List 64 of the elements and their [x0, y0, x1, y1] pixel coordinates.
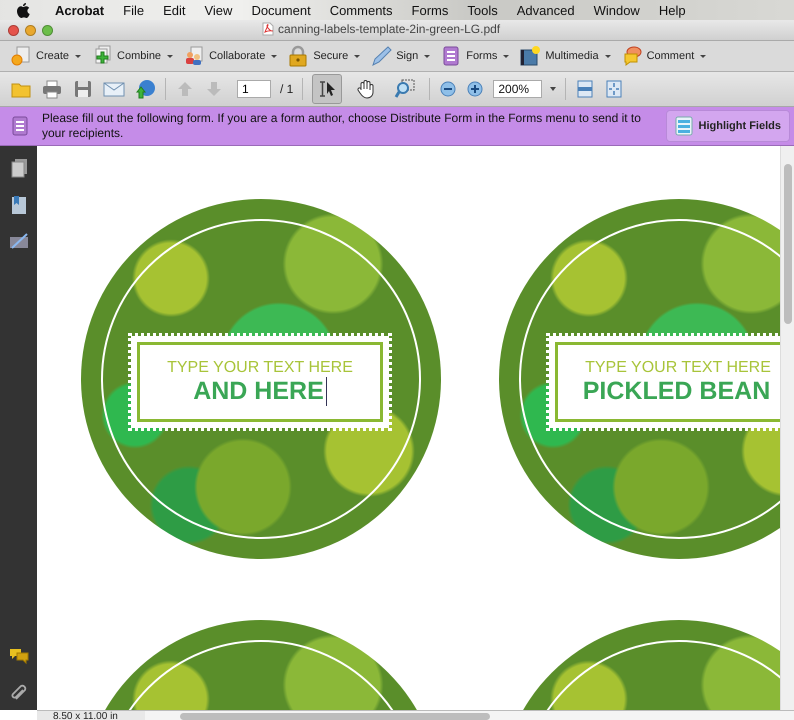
comments-icon[interactable] [8, 647, 28, 665]
globe-upload-icon[interactable] [134, 78, 156, 100]
fit-width-icon[interactable] [575, 79, 596, 99]
toolbar-button[interactable]: Create [8, 43, 88, 69]
select-tool-tool-button[interactable] [312, 74, 342, 104]
pages-icon[interactable] [10, 158, 28, 178]
menu-item[interactable]: Acrobat [46, 2, 114, 18]
caret-icon [271, 54, 278, 58]
caret-icon [354, 54, 360, 58]
toolbar-icon [10, 45, 32, 67]
toolbar-button[interactable]: Sign [368, 43, 436, 69]
fit-page-icon[interactable] [604, 79, 624, 99]
menu-item[interactable]: Help [650, 2, 696, 18]
toolbar-button[interactable]: Secure [285, 43, 366, 69]
page-size: 8.50 x 11.00 in [52, 711, 119, 720]
signature-icon[interactable] [8, 232, 28, 250]
zoom-out-icon[interactable] [439, 80, 458, 98]
window-control-icon[interactable] [8, 24, 19, 36]
apple-logo-icon[interactable] [16, 2, 30, 18]
caret-icon [503, 54, 510, 58]
toolbar-button[interactable]: Collaborate [181, 43, 284, 69]
print-icon[interactable] [41, 78, 63, 100]
page-number-field[interactable]: 1 [237, 80, 271, 98]
toolbar-icon [370, 45, 392, 67]
label-heading: TYPE YOUR TEXT HERE [585, 358, 771, 376]
vertical-scrollbar[interactable] [780, 146, 794, 710]
paperclip-icon[interactable] [10, 682, 28, 702]
caret-icon [75, 54, 82, 58]
scrollbar-thumb[interactable] [784, 164, 792, 324]
menu-item[interactable]: Comments [320, 2, 403, 18]
horizontal-scrollbar[interactable] [145, 711, 794, 720]
menu-item[interactable]: View [195, 2, 242, 18]
window-title: canning-labels-template-2in-green-LG.pdf [278, 22, 500, 36]
highlight-fields-icon [674, 116, 692, 136]
highlight-fields-button[interactable]: Highlight Fields [666, 110, 790, 142]
toolbar-icon [183, 45, 206, 67]
toolbar-button[interactable]: Multimedia [517, 43, 617, 69]
menu-item[interactable]: Window [584, 2, 650, 18]
form-message: Please fill out the following form. If you are a form author, choose Distribute Form in the Forms menu to send it to your recipients. [42, 111, 642, 141]
save-icon[interactable] [72, 78, 94, 100]
form-icon [12, 116, 28, 136]
menu-item[interactable]: Forms [402, 2, 458, 18]
window-control-icon[interactable] [42, 24, 53, 36]
menu-item[interactable]: Advanced [508, 2, 585, 18]
caret-icon [424, 54, 430, 58]
menu-item[interactable]: File [114, 2, 154, 18]
toolbar-icon [519, 45, 542, 67]
bookmark-icon[interactable] [10, 195, 28, 215]
zoom-icon [394, 78, 416, 100]
zoom-in-icon[interactable] [466, 80, 484, 98]
page-count: / 1 [280, 82, 294, 96]
toolbar-button[interactable]: Comment [618, 43, 712, 69]
scrollbar-thumb[interactable] [180, 713, 490, 720]
menu-item[interactable]: Tools [458, 2, 508, 18]
caret-icon [167, 54, 174, 58]
toolbar-button[interactable]: Forms [438, 43, 516, 69]
caret-icon [604, 54, 611, 58]
menu-item[interactable]: Edit [154, 2, 196, 18]
window-control-icon[interactable] [25, 24, 36, 36]
toolbar-icon [287, 45, 310, 67]
label-heading: TYPE YOUR TEXT HERE [167, 358, 353, 376]
toolbar-button[interactable]: Combine [89, 43, 180, 69]
menu-item[interactable]: Document [242, 2, 321, 18]
caret-icon [700, 54, 706, 58]
